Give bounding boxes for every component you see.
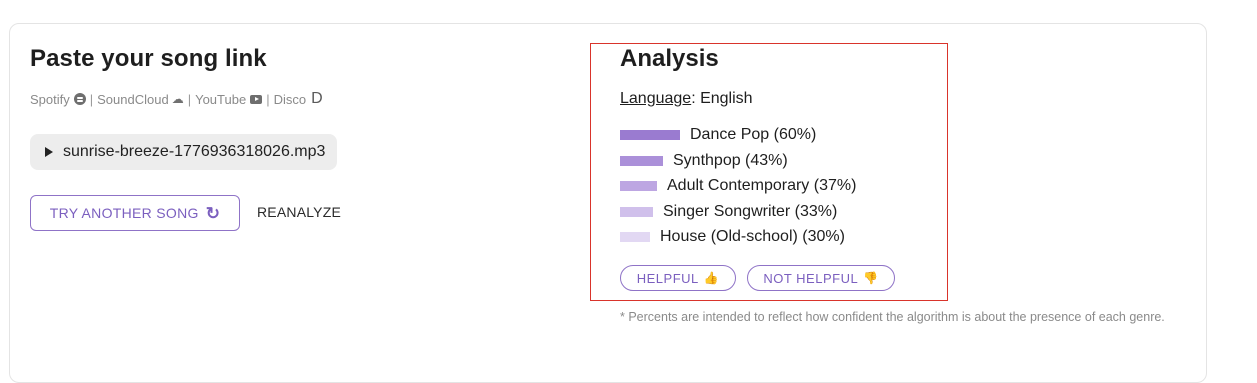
genre-bar bbox=[620, 232, 650, 242]
source-label: SoundCloud bbox=[97, 91, 169, 107]
audio-file-player[interactable]: sunrise-breeze-1776936318026.mp3 bbox=[30, 134, 338, 170]
analysis-title: Analysis bbox=[620, 45, 719, 72]
try-another-label: TRY ANOTHER SONG bbox=[49, 205, 199, 221]
genre-bar bbox=[620, 156, 663, 166]
thumbs-down-icon: 👎 bbox=[863, 271, 879, 285]
youtube-icon bbox=[250, 94, 263, 104]
genre-bar bbox=[620, 207, 653, 217]
language-value: English bbox=[700, 90, 753, 107]
not-helpful-button[interactable]: NOT HELPFUL 👎 bbox=[747, 265, 895, 291]
reanalyze-button[interactable]: REANALYZE bbox=[257, 204, 341, 220]
source-label: YouTube bbox=[195, 91, 247, 107]
soundcloud-icon: ☁ bbox=[171, 92, 184, 106]
refresh-icon: ↻ bbox=[205, 203, 221, 223]
language-row: Language: English bbox=[620, 90, 753, 108]
source-disco: Disco D bbox=[274, 90, 323, 108]
helpful-button[interactable]: HELPFUL 👍 bbox=[620, 265, 736, 291]
helpful-label: HELPFUL bbox=[636, 270, 699, 286]
thumbs-up-icon: 👍 bbox=[703, 271, 720, 285]
genre-label: Synthpop (43%) bbox=[673, 152, 788, 169]
source-separator: | bbox=[89, 91, 94, 107]
source-soundcloud: SoundCloud ☁ bbox=[97, 92, 184, 107]
genre-label: Dance Pop (60%) bbox=[690, 126, 817, 143]
genre-row: Adult Contemporary (37%) bbox=[620, 176, 856, 196]
spotify-icon bbox=[73, 93, 86, 105]
source-label: Disco bbox=[273, 91, 307, 107]
not-helpful-label: NOT HELPFUL bbox=[763, 270, 859, 286]
genre-bar bbox=[620, 130, 680, 140]
try-another-song-button[interactable]: TRY ANOTHER SONG ↻ bbox=[30, 195, 240, 231]
source-youtube: YouTube bbox=[195, 91, 263, 107]
disco-icon: D bbox=[311, 90, 323, 107]
file-name: sunrise-breeze-1776936318026.mp3 bbox=[63, 143, 326, 160]
genre-row: Singer Songwriter (33%) bbox=[620, 202, 837, 222]
language-label[interactable]: Language bbox=[620, 90, 691, 107]
analysis-highlight-box bbox=[590, 43, 948, 301]
genre-row: House (Old-school) (30%) bbox=[620, 227, 845, 247]
source-separator: | bbox=[266, 91, 270, 107]
source-separator: | bbox=[187, 91, 192, 107]
percent-footnote: * Percents are intended to reflect how c… bbox=[620, 310, 1165, 324]
genre-row: Synthpop (43%) bbox=[620, 151, 788, 171]
genre-bar bbox=[620, 181, 657, 191]
source-spotify: Spotify bbox=[30, 92, 86, 107]
supported-sources: Spotify | SoundCloud ☁ | YouTube | Disco… bbox=[30, 90, 323, 108]
genre-row: Dance Pop (60%) bbox=[620, 125, 816, 145]
paste-song-title: Paste your song link bbox=[30, 45, 267, 72]
source-label: Spotify bbox=[30, 91, 70, 107]
genre-label: Singer Songwriter (33%) bbox=[663, 203, 838, 220]
play-icon[interactable] bbox=[45, 147, 53, 157]
genre-label: House (Old-school) (30%) bbox=[660, 228, 845, 245]
genre-label: Adult Contemporary (37%) bbox=[667, 177, 857, 194]
language-separator: : bbox=[691, 90, 701, 107]
